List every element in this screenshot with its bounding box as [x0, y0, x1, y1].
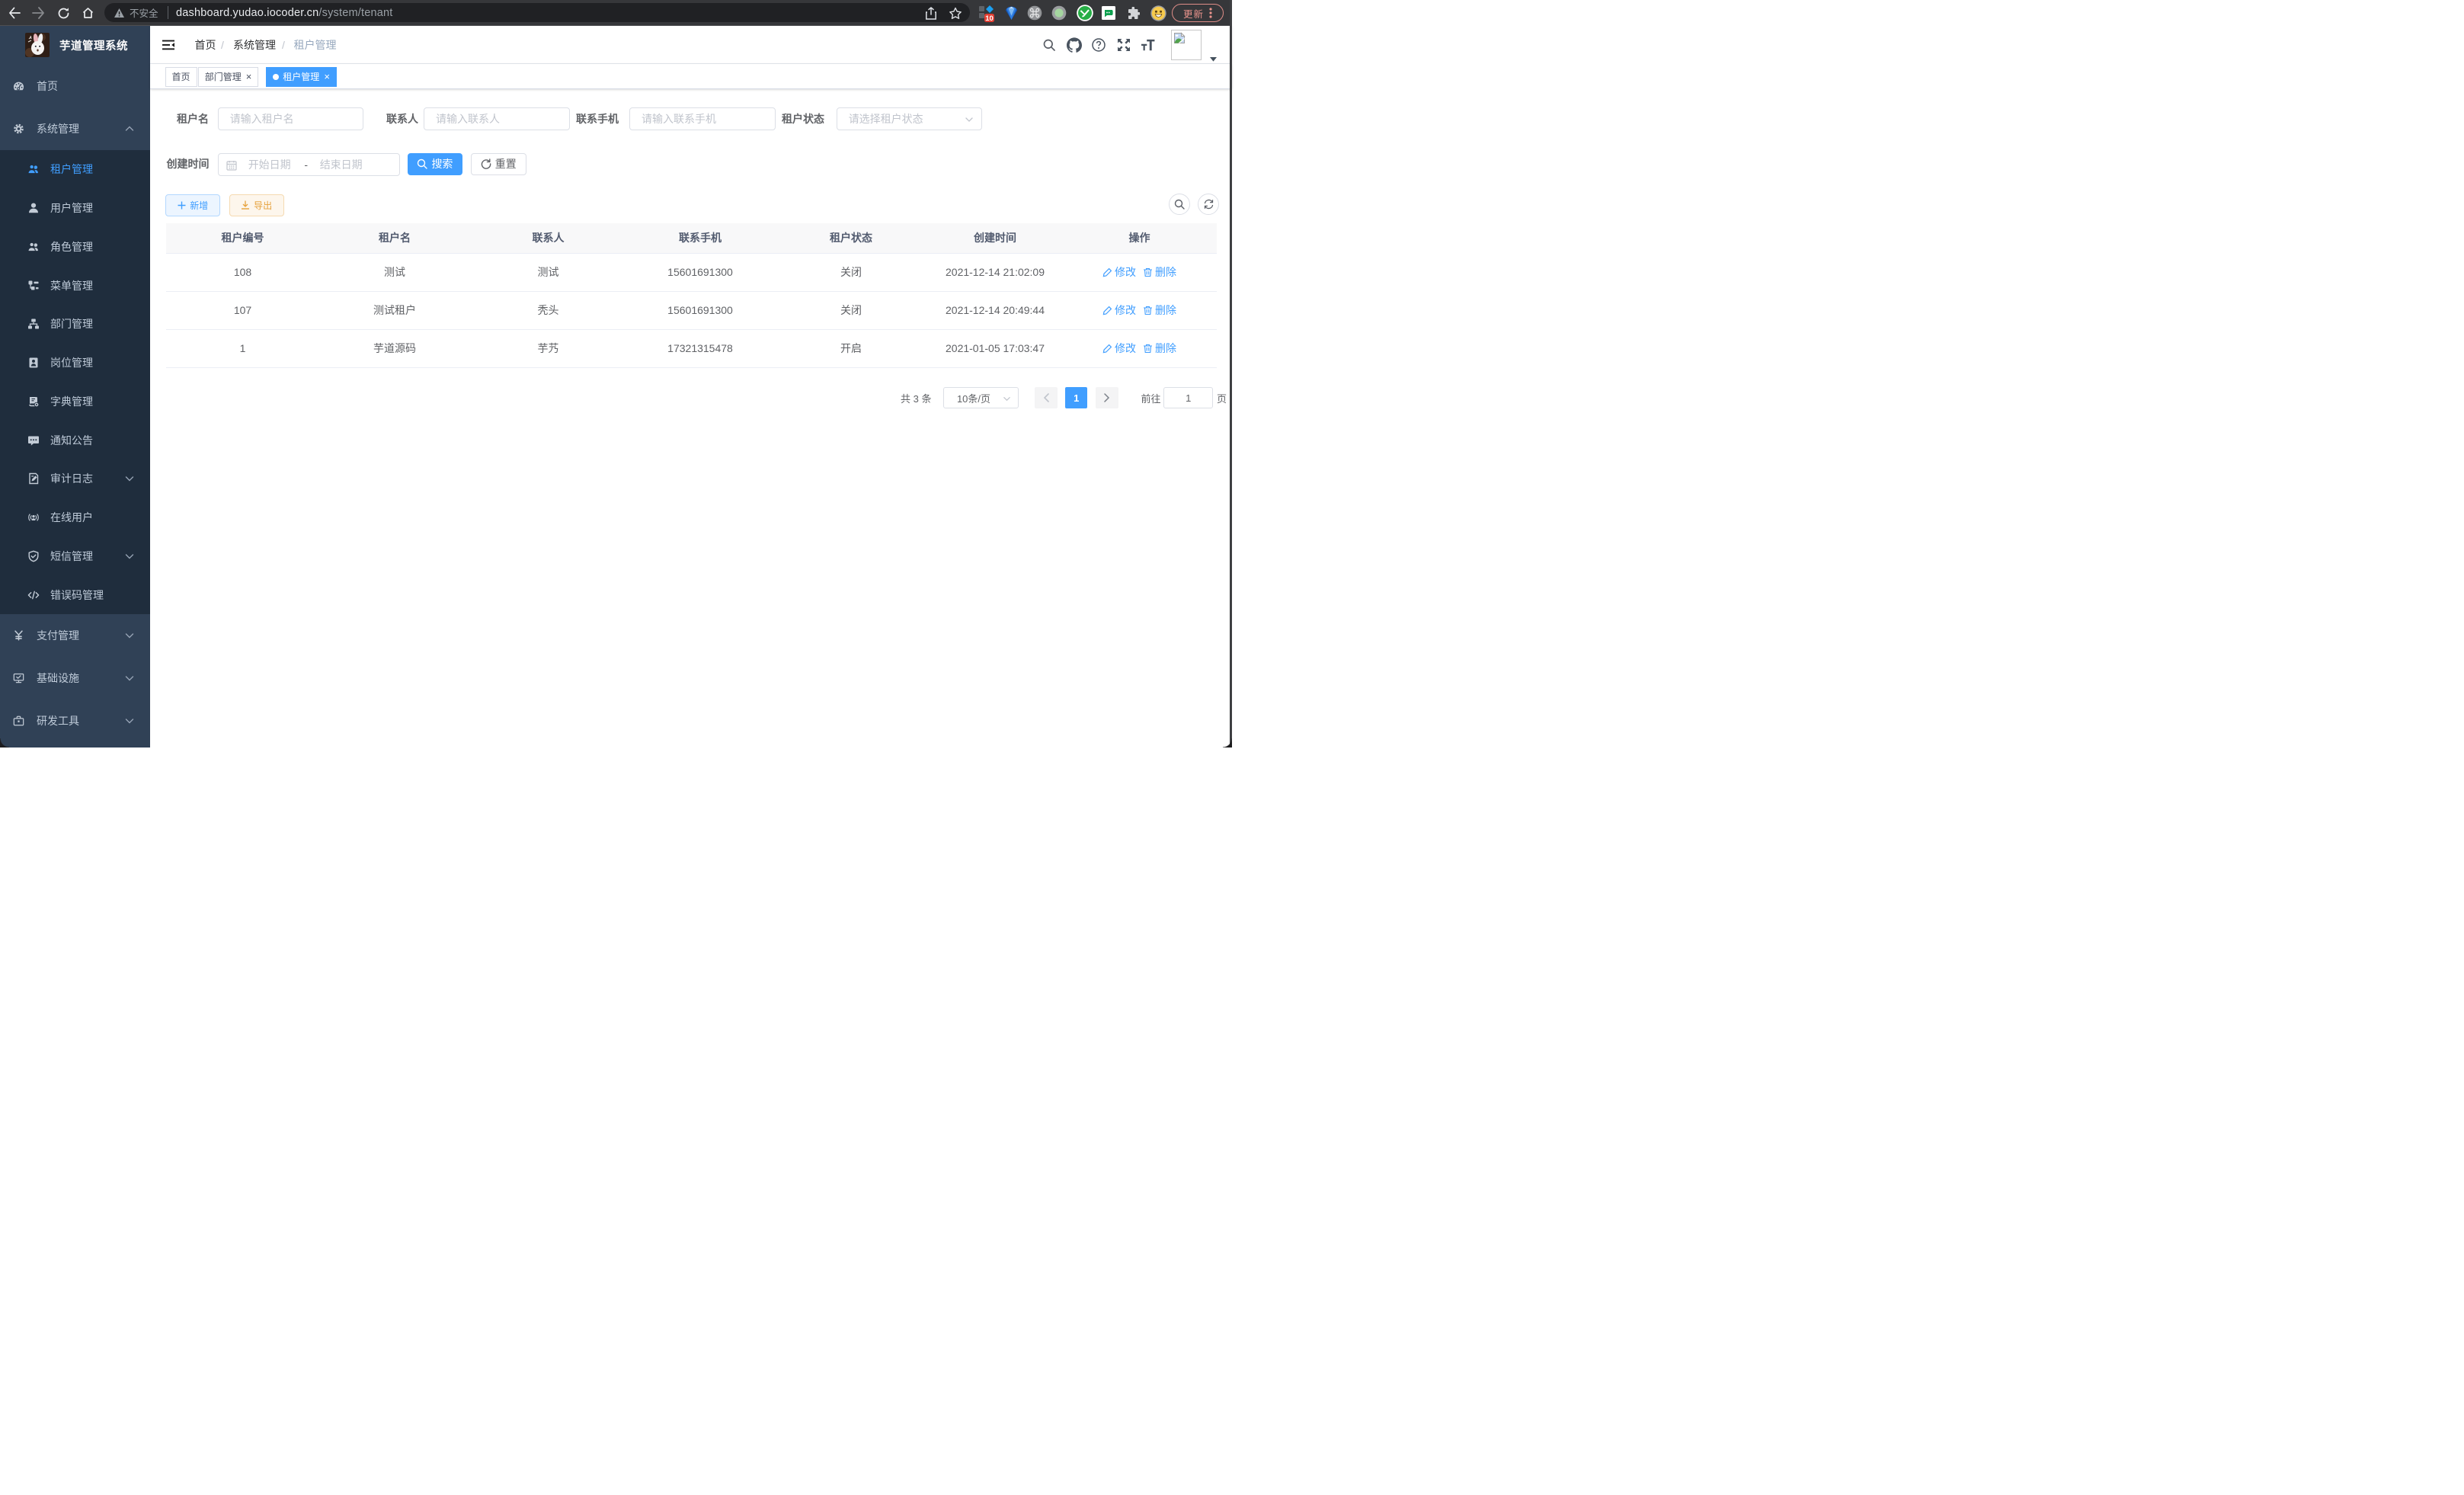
- svg-text:10: 10: [985, 14, 994, 23]
